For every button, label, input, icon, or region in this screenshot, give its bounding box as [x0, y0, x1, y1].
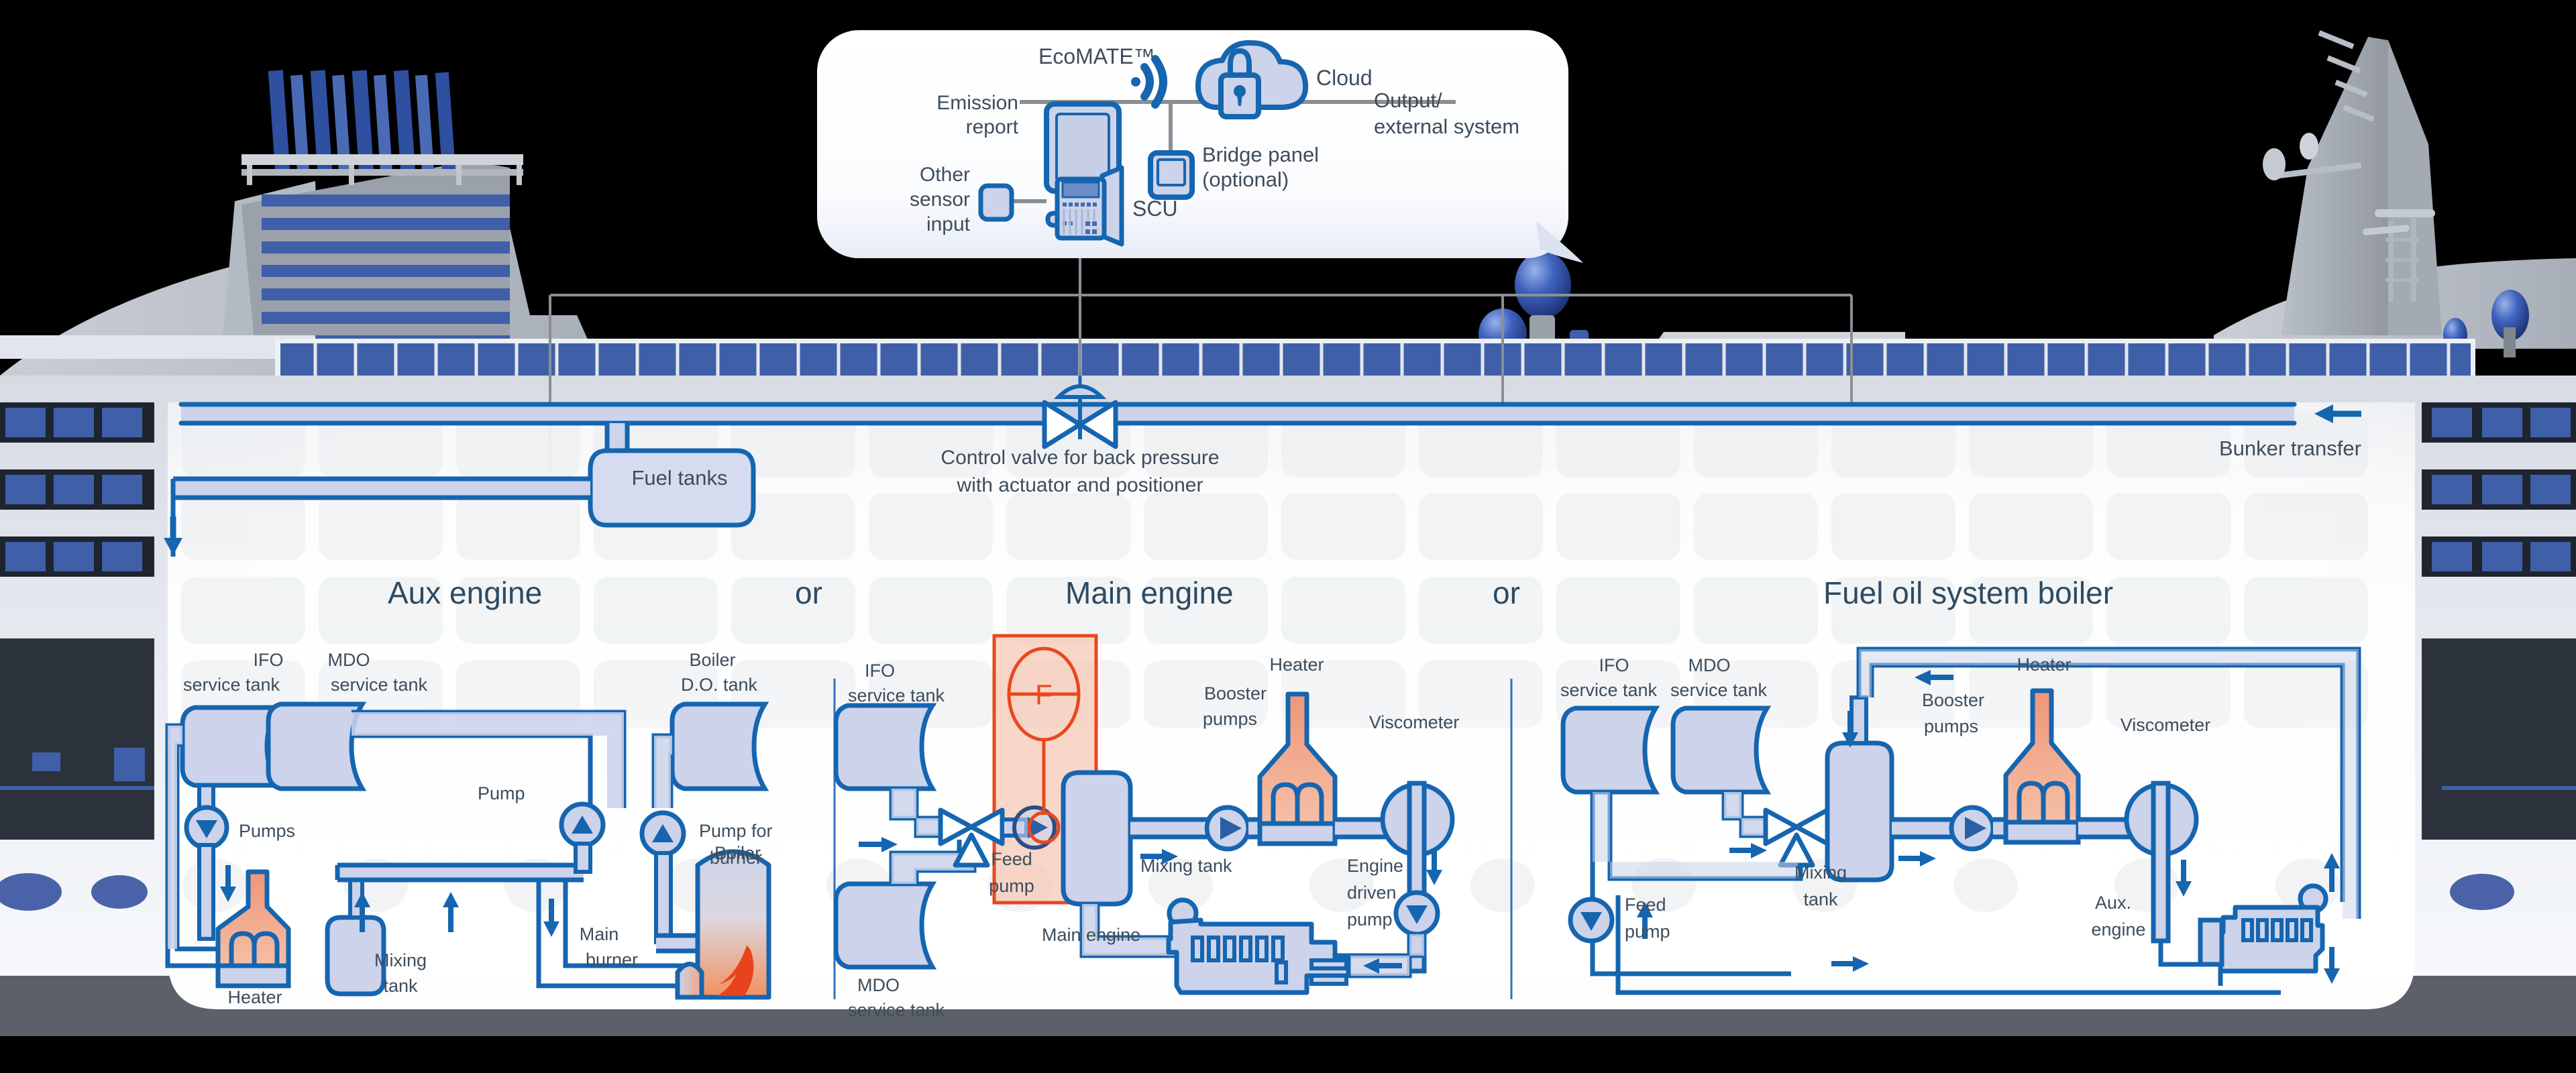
boilersys-feed-pump-label-2: pump — [1625, 921, 1670, 942]
aux-mdo-label-2: service tank — [331, 675, 428, 695]
boilersys-viscometer-label: Viscometer — [2121, 715, 2211, 735]
cloud-label: Cloud — [1316, 66, 1373, 90]
control-valve-label-1: Control valve for back pressure — [941, 447, 1219, 469]
main-feed-pump-label-1: Feed — [991, 849, 1032, 869]
section-title-or-2: or — [1493, 575, 1520, 610]
section-title-main: Main engine — [1065, 575, 1234, 610]
control-valve-label-2: with actuator and positioner — [957, 474, 1203, 496]
boilersys-ifo-label-2: service tank — [1560, 680, 1658, 700]
emission-report-label-2: report — [966, 116, 1019, 138]
section-title-boiler: Fuel oil system boiler — [1823, 575, 2113, 610]
emission-report-label-1: Emission — [936, 92, 1018, 114]
main-viscometer-label: Viscometer — [1369, 712, 1460, 732]
bunker-transfer-label: Bunker transfer — [2219, 437, 2361, 460]
boilersys-booster-label-1: Booster — [1922, 690, 1984, 710]
boilersys-heater-label: Heater — [2017, 655, 2071, 675]
flowmeter-symbol: F — [1035, 679, 1053, 710]
output-label-1: Output/ — [1374, 89, 1442, 112]
boilersys-mixing-label-1: Mixing — [1794, 862, 1847, 883]
boilersys-feed-pump-label-1: Feed — [1625, 895, 1666, 915]
aux-boiler-label: Boiler — [714, 843, 761, 863]
aux-pump-label: Pump — [478, 783, 525, 803]
bridge-panel-label-2: (optional) — [1202, 168, 1289, 191]
aux-main-burner-label-2: burner — [586, 950, 638, 970]
main-mixing-tank-label: Mixing tank — [1140, 856, 1232, 876]
aux-ifo-label-1: IFO — [254, 650, 284, 670]
boilersys-mdo-label-1: MDO — [1688, 655, 1731, 675]
fuel-tanks-label: Fuel tanks — [631, 466, 727, 490]
main-engine-driven-label-2: driven — [1347, 883, 1397, 903]
boilersys-ifo-label-1: IFO — [1599, 655, 1629, 675]
aux-boilerdo-label-2: D.O. tank — [681, 675, 758, 695]
main-mdo-label-1: MDO — [857, 975, 900, 995]
main-engine-driven-label-1: Engine — [1347, 856, 1403, 876]
aux-mixing-label-2: tank — [383, 976, 418, 996]
section-title-aux: Aux engine — [388, 575, 542, 610]
boilersys-mixing-label-2: tank — [1803, 889, 1838, 909]
text-layer: EcoMATE™ Emission report Cloud Output/ e… — [183, 44, 2361, 1020]
aux-mixing-label-1: Mixing — [374, 950, 427, 970]
aux-pump-burner-label-1: Pump for — [699, 821, 773, 841]
boilersys-mdo-label-2: service tank — [1670, 680, 1768, 700]
diagram-canvas: EcoMATE™ Emission report Cloud Output/ e… — [0, 0, 2576, 1073]
aux-boilerdo-label-1: Boiler — [689, 650, 735, 670]
boilersys-booster-label-2: pumps — [1924, 716, 1978, 736]
main-booster-label-1: Booster — [1204, 683, 1267, 703]
ecomate-title: EcoMATE™ — [1038, 44, 1155, 68]
sensor-label-2: sensor — [910, 188, 970, 211]
section-title-or-1: or — [795, 575, 822, 610]
scu-label: SCU — [1132, 196, 1178, 221]
main-ifo-label-1: IFO — [865, 661, 895, 681]
aux-main-burner-label-1: Main — [580, 924, 619, 944]
main-heater-label: Heater — [1269, 655, 1324, 675]
main-feed-pump-label-2: pump — [989, 876, 1034, 896]
aux-heater-label: Heater — [227, 987, 282, 1007]
main-ifo-label-2: service tank — [848, 685, 945, 705]
sensor-label-3: input — [926, 213, 971, 235]
sensor-label-1: Other — [920, 164, 970, 186]
aux-pumps-label: Pumps — [239, 821, 295, 841]
boilersys-aux-engine-label-1: Aux. — [2095, 893, 2131, 913]
main-booster-label-2: pumps — [1203, 709, 1257, 729]
bridge-panel-label-1: Bridge panel — [1202, 143, 1319, 166]
output-label-2: external system — [1374, 115, 1519, 138]
main-engine-label: Main engine — [1042, 925, 1140, 945]
aux-ifo-label-2: service tank — [183, 675, 280, 695]
main-mdo-label-2: service tank — [848, 1000, 945, 1020]
boilersys-aux-engine-label-2: engine — [2091, 919, 2145, 940]
main-engine-driven-label-3: pump — [1347, 909, 1393, 929]
aux-mdo-label-1: MDO — [328, 650, 370, 670]
